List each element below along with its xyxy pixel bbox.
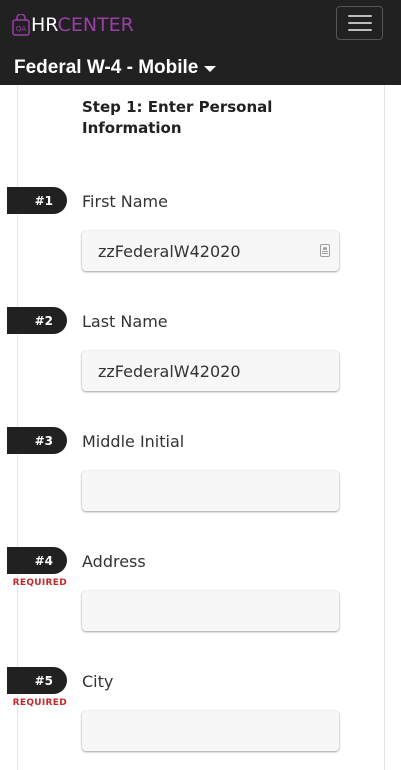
field-number-badge-4: #4 — [7, 547, 67, 574]
logo-hr: HR — [31, 14, 58, 36]
contact-card-icon[interactable] — [320, 244, 330, 257]
city-label: City — [82, 672, 114, 691]
first-name-input[interactable] — [82, 231, 339, 271]
hrcenter-logo[interactable]: QA HRCENTER — [12, 12, 134, 38]
field-number-badge-3: #3 — [7, 427, 67, 454]
hamburger-line — [347, 22, 372, 24]
step-title: Step 1: Enter Personal Information — [82, 98, 273, 137]
field-number-badge-5: #5 — [7, 667, 67, 694]
svg-text:QA: QA — [16, 25, 27, 33]
middle-initial-label: Middle Initial — [82, 432, 185, 451]
top-navbar: QA HRCENTER Federal W-4 - Mobile — [0, 0, 401, 85]
hamburger-line — [347, 29, 372, 31]
form-panel — [17, 85, 385, 770]
form-selector-dropdown[interactable]: Federal W-4 - Mobile — [14, 57, 217, 79]
required-marker-address: REQUIRED — [12, 578, 67, 588]
middle-initial-input[interactable] — [82, 471, 339, 511]
address-input[interactable] — [82, 591, 339, 631]
menu-toggle-button[interactable] — [336, 6, 383, 40]
last-name-input[interactable] — [82, 351, 339, 391]
required-marker-city: REQUIRED — [12, 698, 67, 708]
field-number-badge-1: #1 — [7, 187, 67, 214]
logo-center: CENTER — [57, 14, 134, 36]
city-input[interactable] — [82, 711, 339, 751]
last-name-label: Last Name — [82, 312, 168, 331]
hamburger-line — [347, 15, 372, 17]
address-label: Address — [82, 552, 146, 571]
qa-badge-icon: QA — [12, 13, 30, 36]
field-number-badge-2: #2 — [7, 307, 67, 334]
logo-text: HRCENTER — [31, 12, 134, 38]
first-name-label: First Name — [82, 192, 168, 211]
form-title-text: Federal W-4 - Mobile — [14, 57, 199, 78]
caret-down-icon — [204, 66, 217, 72]
